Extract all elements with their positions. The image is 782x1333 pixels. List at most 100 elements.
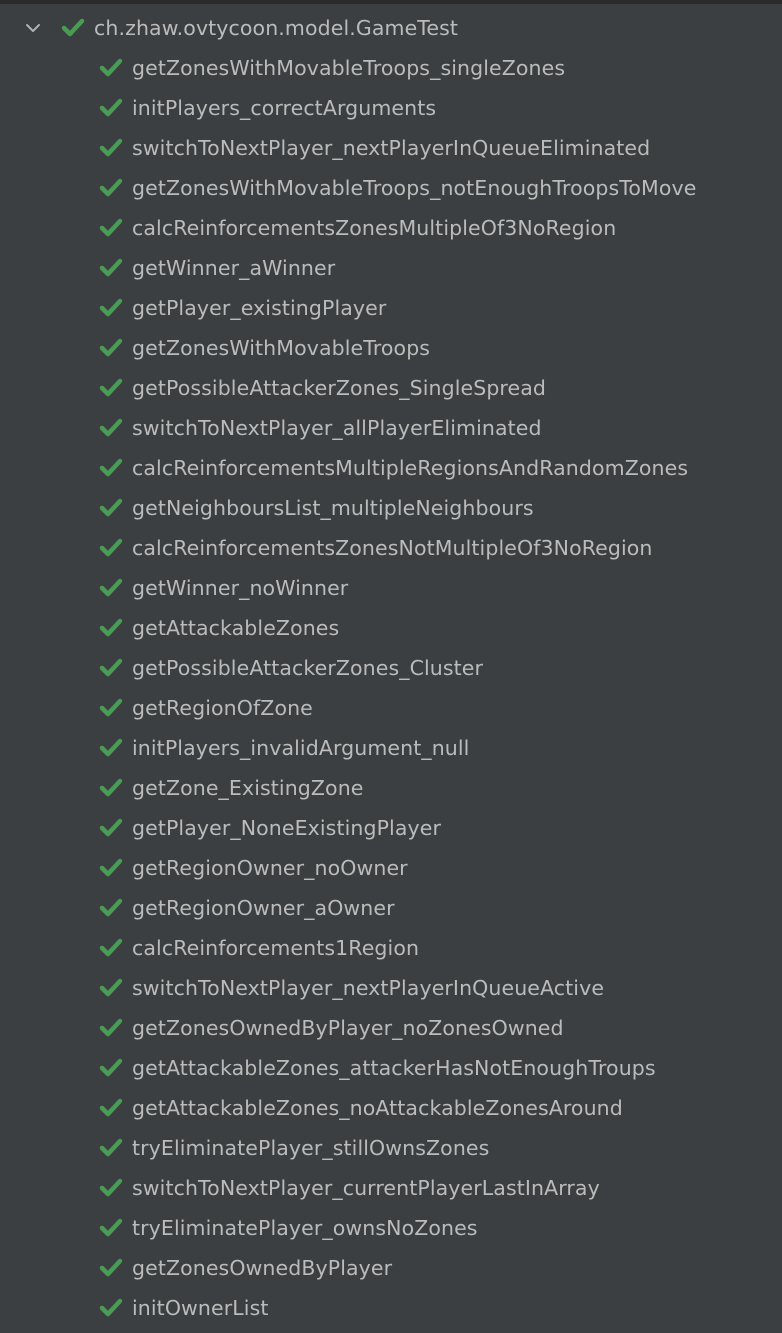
test-label: getAttackableZones_attackerHasNotEnoughT… [132, 1056, 656, 1080]
panel-top-border [0, 0, 782, 4]
test-row[interactable]: getZonesWithMovableTroops_singleZones [0, 48, 782, 88]
check-icon [60, 15, 86, 41]
check-icon [98, 95, 124, 121]
test-label: switchToNextPlayer_allPlayerEliminated [132, 416, 542, 440]
tree-root-label: ch.zhaw.ovtycoon.model.GameTest [94, 16, 459, 40]
check-icon [98, 855, 124, 881]
test-label: getRegionOfZone [132, 696, 313, 720]
test-label: getRegionOwner_aOwner [132, 896, 395, 920]
test-row[interactable]: switchToNextPlayer_nextPlayerInQueueActi… [0, 968, 782, 1008]
check-icon [98, 495, 124, 521]
check-icon [98, 335, 124, 361]
test-label: initOwnerList [132, 1296, 269, 1320]
test-row[interactable]: switchToNextPlayer_currentPlayerLastInAr… [0, 1168, 782, 1208]
check-icon [98, 415, 124, 441]
test-label: getZonesOwnedByPlayer_noZonesOwned [132, 1016, 564, 1040]
check-icon [98, 135, 124, 161]
test-row[interactable]: getPossibleAttackerZones_Cluster [0, 648, 782, 688]
check-icon [98, 375, 124, 401]
check-icon [98, 1175, 124, 1201]
test-row[interactable]: initOwnerList [0, 1288, 782, 1328]
test-row[interactable]: getRegionOfZone [0, 688, 782, 728]
test-row[interactable]: getRegionOwner_aOwner [0, 888, 782, 928]
check-icon [98, 1055, 124, 1081]
test-label: initPlayers_invalidArgument_null [132, 736, 470, 760]
check-icon [98, 815, 124, 841]
test-label: getRegionOwner_noOwner [132, 856, 408, 880]
test-row[interactable]: getAttackableZones [0, 608, 782, 648]
check-icon [98, 1135, 124, 1161]
test-label: calcReinforcements1Region [132, 936, 420, 960]
test-row[interactable]: calcReinforcementsZonesMultipleOf3NoRegi… [0, 208, 782, 248]
test-list: getZonesWithMovableTroops_singleZonesini… [0, 48, 782, 1328]
check-icon [98, 55, 124, 81]
test-label: getZone_ExistingZone [132, 776, 364, 800]
test-row[interactable]: switchToNextPlayer_nextPlayerInQueueElim… [0, 128, 782, 168]
test-label: getPlayer_existingPlayer [132, 296, 387, 320]
test-row[interactable]: getRegionOwner_noOwner [0, 848, 782, 888]
test-row[interactable]: getAttackableZones_attackerHasNotEnoughT… [0, 1048, 782, 1088]
check-icon [98, 775, 124, 801]
test-row[interactable]: calcReinforcementsZonesNotMultipleOf3NoR… [0, 528, 782, 568]
test-label: getNeighboursList_multipleNeighbours [132, 496, 534, 520]
test-row[interactable]: switchToNextPlayer_allPlayerEliminated [0, 408, 782, 448]
test-row[interactable]: tryEliminatePlayer_ownsNoZones [0, 1208, 782, 1248]
check-icon [98, 655, 124, 681]
test-row[interactable]: getPlayer_NoneExistingPlayer [0, 808, 782, 848]
check-icon [98, 695, 124, 721]
test-row[interactable]: calcReinforcements1Region [0, 928, 782, 968]
test-label: tryEliminatePlayer_ownsNoZones [132, 1216, 478, 1240]
test-row[interactable]: calcReinforcementsMultipleRegionsAndRand… [0, 448, 782, 488]
test-label: getAttackableZones_noAttackableZonesArou… [132, 1096, 623, 1120]
test-label: getZonesWithMovableTroops [132, 336, 431, 360]
test-row[interactable]: tryEliminatePlayer_stillOwnsZones [0, 1128, 782, 1168]
test-label: getZonesWithMovableTroops_notEnoughTroop… [132, 176, 697, 200]
check-icon [98, 215, 124, 241]
check-icon [98, 1255, 124, 1281]
test-label: getPossibleAttackerZones_SingleSpread [132, 376, 546, 400]
check-icon [98, 1095, 124, 1121]
test-row[interactable]: initPlayers_invalidArgument_null [0, 728, 782, 768]
check-icon [98, 295, 124, 321]
chevron-down-icon[interactable] [22, 17, 44, 39]
test-label: getWinner_aWinner [132, 256, 336, 280]
test-label: switchToNextPlayer_nextPlayerInQueueActi… [132, 976, 605, 1000]
check-icon [98, 1215, 124, 1241]
test-row[interactable]: getZone_ExistingZone [0, 768, 782, 808]
test-row[interactable]: initPlayers_correctArguments [0, 88, 782, 128]
check-icon [98, 615, 124, 641]
check-icon [98, 895, 124, 921]
test-label: getZonesWithMovableTroops_singleZones [132, 56, 566, 80]
test-label: initPlayers_correctArguments [132, 96, 437, 120]
test-label: switchToNextPlayer_currentPlayerLastInAr… [132, 1176, 600, 1200]
test-label: switchToNextPlayer_nextPlayerInQueueElim… [132, 136, 651, 160]
test-label: tryEliminatePlayer_stillOwnsZones [132, 1136, 490, 1160]
check-icon [98, 575, 124, 601]
test-row[interactable]: getZonesWithMovableTroops [0, 328, 782, 368]
test-label: getWinner_noWinner [132, 576, 349, 600]
test-row[interactable]: getWinner_aWinner [0, 248, 782, 288]
check-icon [98, 255, 124, 281]
test-row[interactable]: getZonesOwnedByPlayer [0, 1248, 782, 1288]
test-row[interactable]: getAttackableZones_noAttackableZonesArou… [0, 1088, 782, 1128]
test-label: calcReinforcementsMultipleRegionsAndRand… [132, 456, 689, 480]
test-label: getAttackableZones [132, 616, 340, 640]
test-label: getPlayer_NoneExistingPlayer [132, 816, 441, 840]
tree-root-node[interactable]: ch.zhaw.ovtycoon.model.GameTest [0, 8, 782, 48]
check-icon [98, 1295, 124, 1321]
check-icon [98, 935, 124, 961]
test-row[interactable]: getPlayer_existingPlayer [0, 288, 782, 328]
check-icon [98, 535, 124, 561]
test-row[interactable]: getWinner_noWinner [0, 568, 782, 608]
check-icon [98, 175, 124, 201]
check-icon [98, 735, 124, 761]
test-row[interactable]: getPossibleAttackerZones_SingleSpread [0, 368, 782, 408]
check-icon [98, 455, 124, 481]
test-row[interactable]: getZonesOwnedByPlayer_noZonesOwned [0, 1008, 782, 1048]
test-row[interactable]: getNeighboursList_multipleNeighbours [0, 488, 782, 528]
test-label: calcReinforcementsZonesMultipleOf3NoRegi… [132, 216, 617, 240]
test-label: getPossibleAttackerZones_Cluster [132, 656, 484, 680]
check-icon [98, 975, 124, 1001]
test-label: calcReinforcementsZonesNotMultipleOf3NoR… [132, 536, 653, 560]
test-row[interactable]: getZonesWithMovableTroops_notEnoughTroop… [0, 168, 782, 208]
